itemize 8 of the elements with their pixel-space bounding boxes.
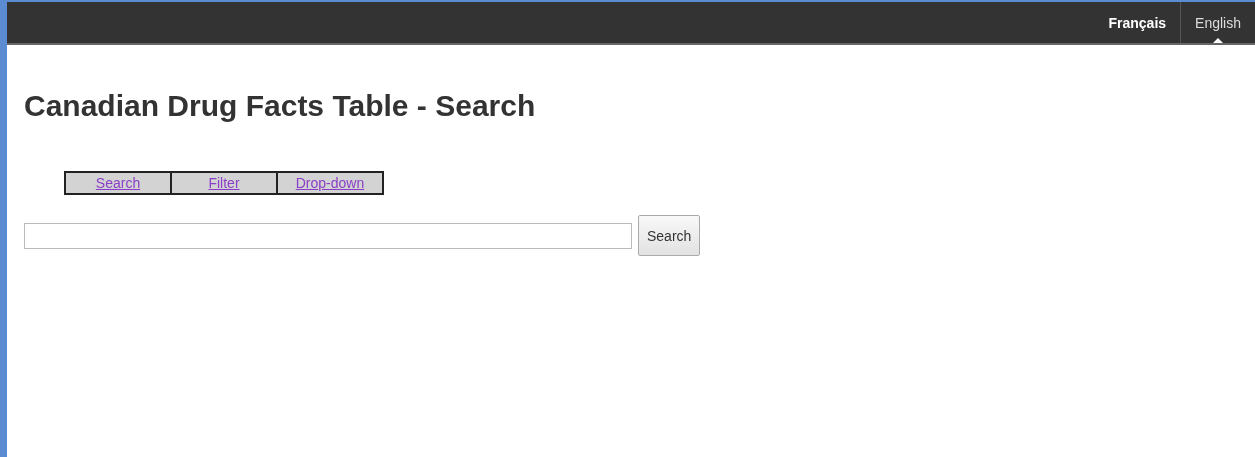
- tab[interactable]: Drop-down: [276, 171, 384, 195]
- search-field[interactable]: [24, 222, 632, 249]
- tab[interactable]: Search: [64, 171, 172, 195]
- language-link[interactable]: Français: [1094, 2, 1181, 43]
- language-link[interactable]: English: [1180, 2, 1255, 43]
- tab[interactable]: Filter: [170, 171, 278, 195]
- search-button[interactable]: Search: [638, 215, 701, 256]
- page-title: Canadian Drug Facts Table - Search: [24, 89, 537, 123]
